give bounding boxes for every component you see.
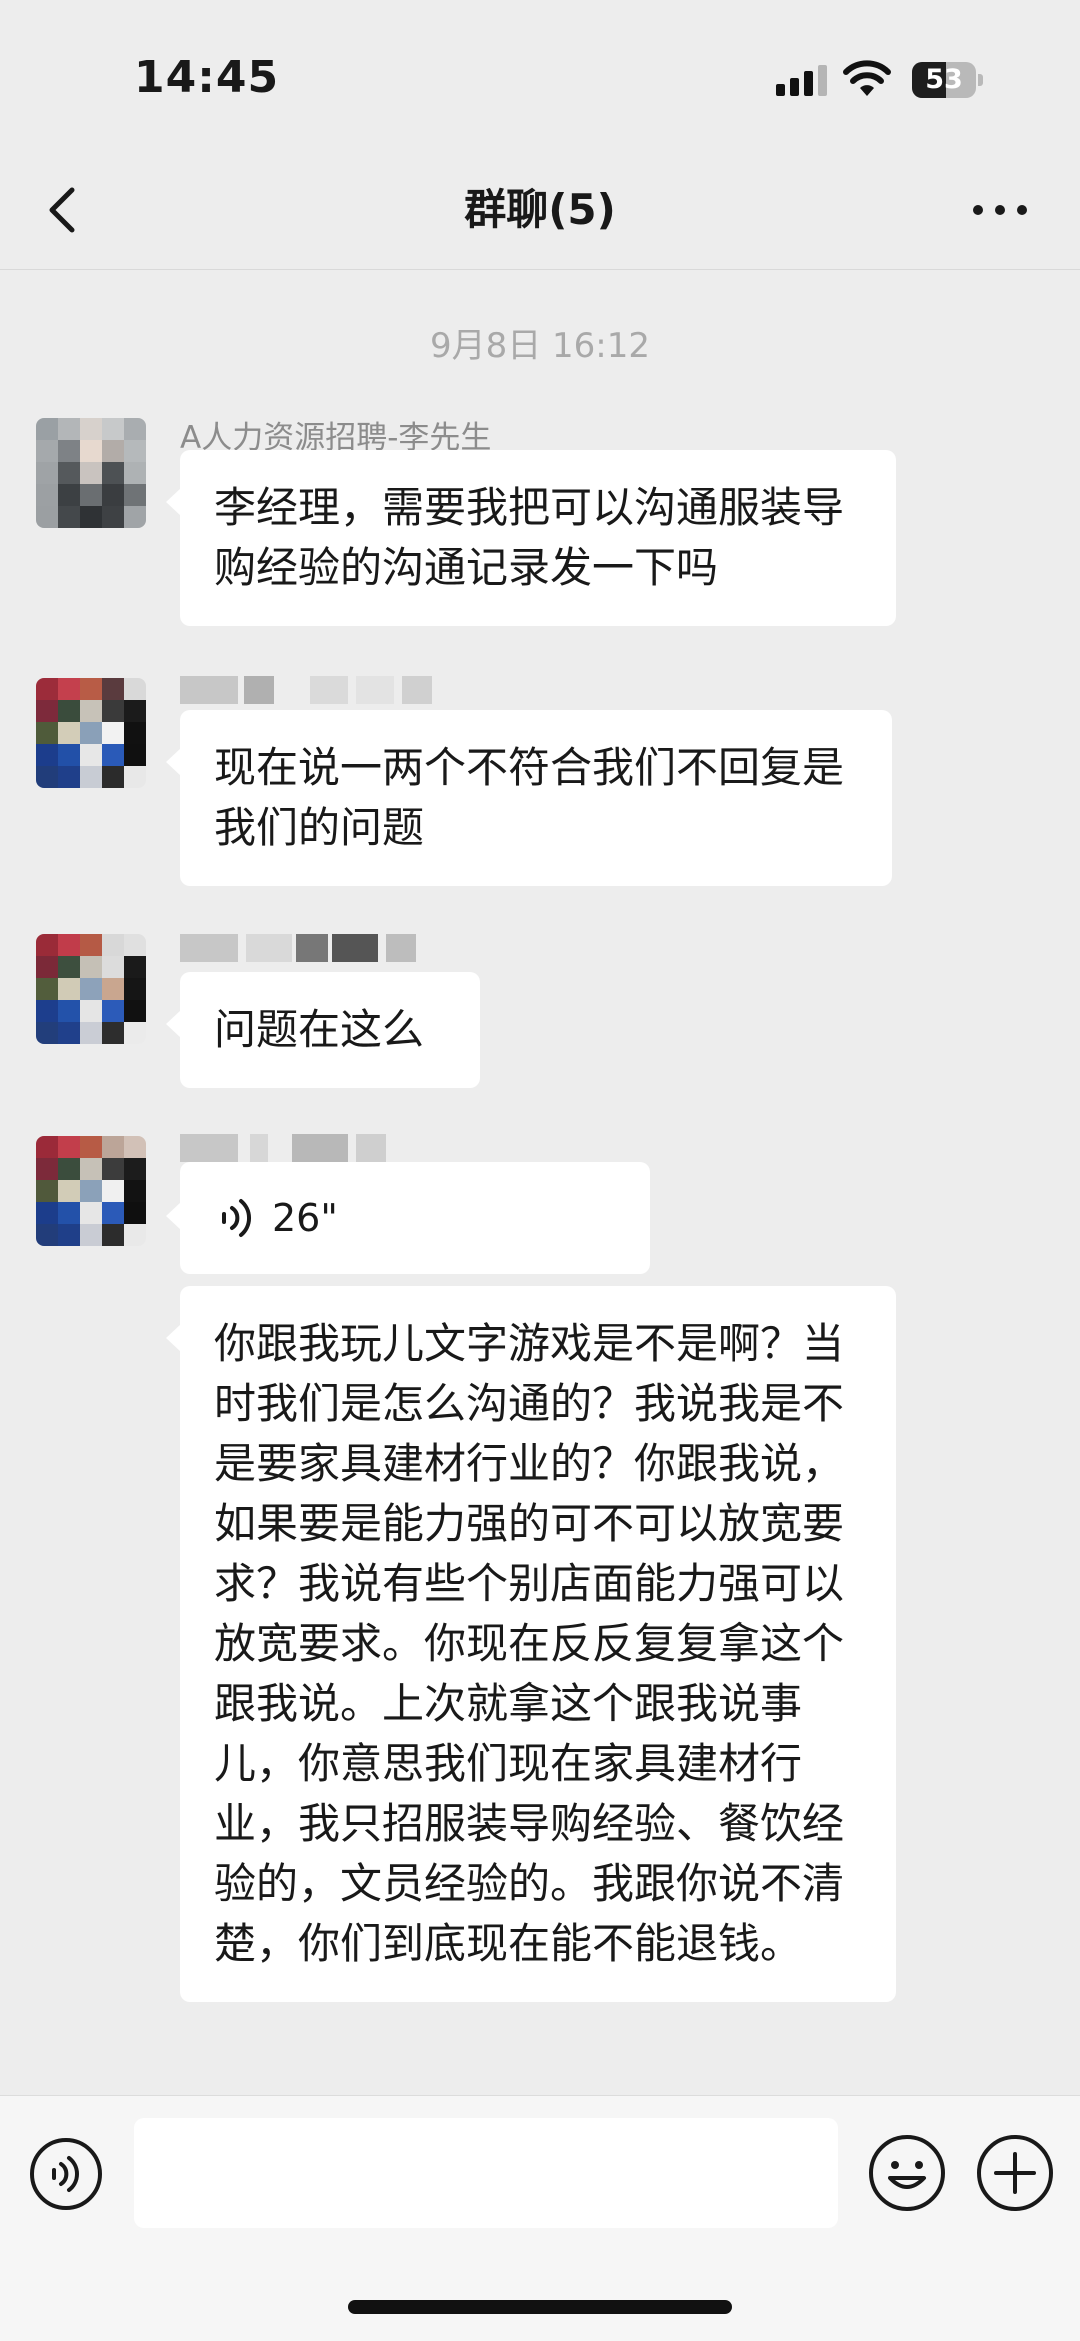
chat-timestamp: 9月8日 16:12	[429, 326, 651, 366]
status-time: 14:45	[134, 52, 280, 103]
avatar[interactable]	[36, 418, 146, 528]
message-bubble[interactable]: 现在说一两个不符合我们不回复是我们的问题	[166, 710, 892, 886]
voice-message[interactable]: 26"	[166, 1162, 650, 1274]
avatar[interactable]	[36, 1136, 146, 1246]
sender-name-blurred	[180, 934, 440, 964]
emoji-icon[interactable]	[866, 2132, 948, 2214]
voice-toggle-icon[interactable]	[28, 2136, 104, 2212]
voice-duration: 26"	[272, 1196, 338, 1240]
cellular-signal-icon	[776, 65, 827, 96]
plus-icon[interactable]	[974, 2132, 1056, 2214]
sender-name-blurred	[180, 1134, 440, 1164]
wifi-icon	[843, 60, 891, 96]
avatar[interactable]	[36, 934, 146, 1044]
message-input[interactable]	[134, 2118, 838, 2228]
sender-name-blurred	[180, 676, 440, 706]
ellipsis-icon[interactable]	[968, 180, 1032, 240]
voice-transcript[interactable]: 你跟我玩儿文字游戏是不是啊？当时我们是怎么沟通的？我说我是不是要家具建材行业的？…	[166, 1286, 896, 2002]
battery-level: 53	[925, 64, 963, 95]
message-bubble[interactable]: 问题在这么	[166, 972, 480, 1088]
home-indicator[interactable]	[348, 2300, 732, 2314]
chat-title: 群聊(5)	[464, 185, 616, 234]
battery-icon: 53	[912, 62, 984, 98]
chat-header: 群聊(5)	[0, 150, 1080, 270]
status-bar: 14:45 53	[0, 0, 1080, 150]
avatar[interactable]	[36, 678, 146, 788]
voice-wave-icon	[222, 1199, 252, 1237]
message-bubble[interactable]: 李经理，需要我把可以沟通服装导购经验的沟通记录发一下吗	[166, 450, 896, 626]
